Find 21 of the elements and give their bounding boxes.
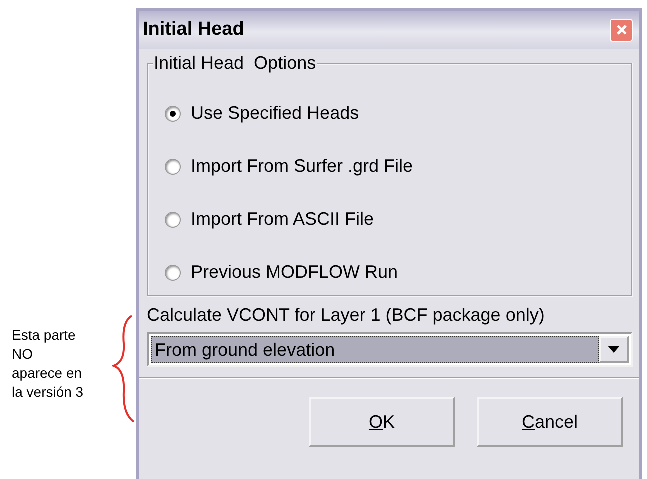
vcont-dropdown[interactable]: From ground elevation bbox=[147, 332, 633, 367]
dialog-button[interactable]: Cancel bbox=[477, 397, 623, 447]
vcont-label: Calculate VCONT for Layer 1 (BCF package only) bbox=[147, 305, 546, 326]
radio-button[interactable] bbox=[165, 158, 181, 174]
radio-button[interactable] bbox=[165, 106, 181, 122]
caret-icon bbox=[608, 346, 620, 353]
brace-icon bbox=[112, 314, 136, 424]
annotation-note: Esta parte NO aparece en la versión 3 bbox=[11, 326, 85, 402]
radio-button[interactable] bbox=[165, 212, 181, 228]
dropdown-value: From ground elevation bbox=[151, 336, 599, 363]
close-icon bbox=[616, 24, 628, 36]
option-label[interactable]: Import From ASCII File bbox=[191, 209, 374, 230]
option-label[interactable]: Import From Surfer .grd File bbox=[191, 156, 414, 177]
window-title: Initial Head bbox=[143, 19, 244, 41]
dropdown-button[interactable] bbox=[599, 336, 629, 363]
close-button[interactable] bbox=[610, 18, 633, 42]
dialog-button[interactable]: OK bbox=[309, 397, 455, 447]
radio-button[interactable] bbox=[165, 264, 181, 280]
option-label[interactable]: Previous MODFLOW Run bbox=[191, 262, 398, 283]
group-title: Initial Head Options bbox=[153, 53, 318, 74]
option-label[interactable]: Use Specified Heads bbox=[191, 103, 360, 124]
